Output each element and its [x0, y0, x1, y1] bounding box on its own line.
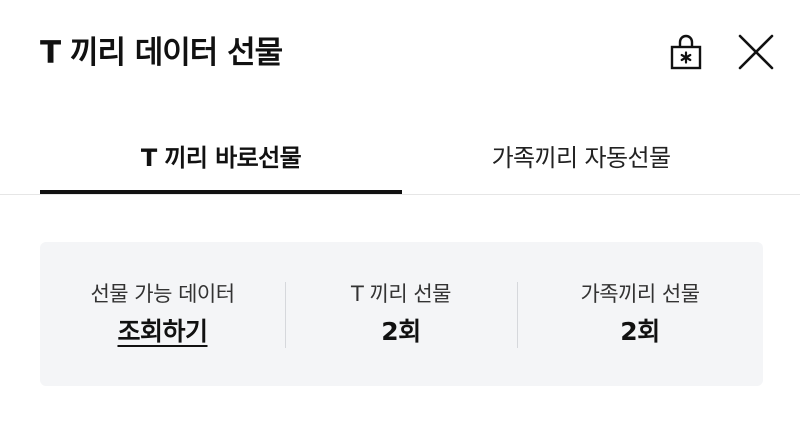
tab-bar: T 끼리 바로선물 가족끼리 자동선물 [0, 115, 800, 195]
lock-icon [670, 34, 702, 70]
family-gift-column: 가족끼리 선물 2회 [517, 242, 763, 386]
gift-data-screen: T 끼리 데이터 선물 T 끼리 바로선물 가족끼리 자동선물 선물 가능 데이… [0, 0, 800, 430]
t-gift-column: T 끼리 선물 2회 [285, 242, 517, 386]
lock-button[interactable] [664, 30, 708, 74]
lookup-link[interactable]: 조회하기 [117, 317, 208, 346]
active-tab-indicator [40, 190, 402, 194]
available-data-label: 선물 가능 데이터 [90, 282, 235, 306]
close-button[interactable] [734, 30, 778, 74]
family-gift-label: 가족끼리 선물 [580, 282, 700, 306]
tab-family-auto-gift[interactable]: 가족끼리 자동선물 [400, 115, 762, 195]
gift-info-card: 선물 가능 데이터 조회하기 T 끼리 선물 2회 가족끼리 선물 2회 [40, 242, 763, 386]
t-gift-label: T 끼리 선물 [351, 282, 451, 306]
close-icon [738, 34, 774, 70]
page-title: T 끼리 데이터 선물 [40, 35, 283, 71]
header: T 끼리 데이터 선물 [0, 0, 800, 110]
tabs-divider [0, 194, 800, 195]
tab-t-direct-gift[interactable]: T 끼리 바로선물 [40, 115, 402, 195]
t-gift-count: 2회 [381, 317, 421, 346]
family-gift-count: 2회 [620, 317, 660, 346]
available-data-column: 선물 가능 데이터 조회하기 [40, 242, 285, 386]
